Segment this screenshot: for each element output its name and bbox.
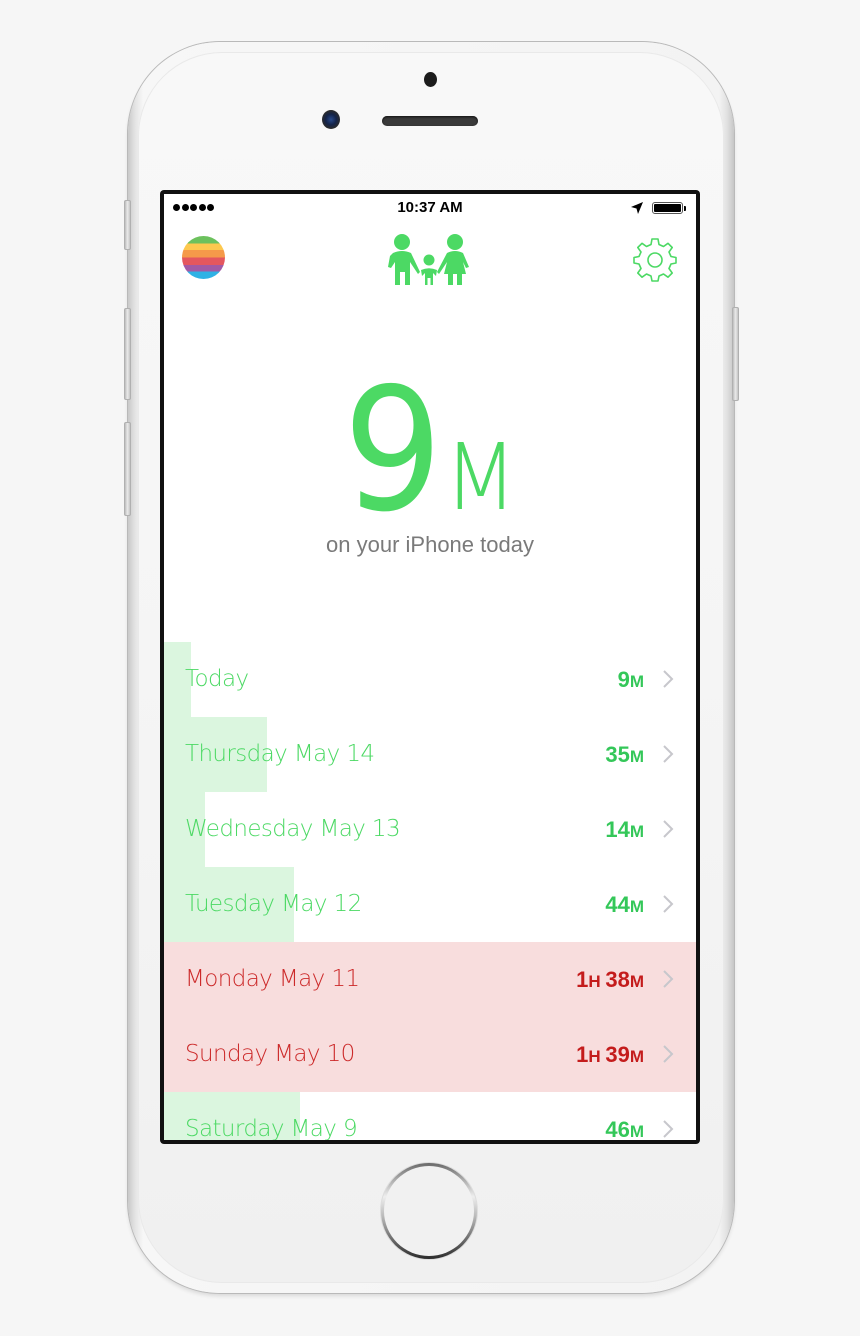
day-usage-total: 35M (605, 742, 644, 768)
minutes-unit: M (629, 897, 644, 916)
hours-unit: H (588, 972, 606, 991)
status-bar: 10:37 AM (164, 194, 696, 222)
day-label: Tuesday May 12 (185, 891, 362, 917)
minutes-value: 46 (605, 1117, 630, 1140)
proximity-sensor (424, 72, 437, 87)
day-row[interactable]: Thursday May 14 35M (164, 717, 696, 792)
minutes-value: 38 (605, 967, 630, 992)
mute-switch (124, 200, 131, 250)
chevron-right-icon (663, 1045, 674, 1063)
day-usage-total: 9M (618, 667, 644, 693)
minutes-value: 39 (605, 1042, 630, 1067)
minutes-unit: M (629, 822, 644, 841)
profile-avatar[interactable] (182, 236, 225, 279)
minutes-unit: M (629, 972, 644, 991)
minutes-unit: M (629, 1047, 644, 1066)
day-usage-total: 1H 38M (576, 967, 644, 993)
chevron-right-icon (663, 895, 674, 913)
minutes-unit: M (629, 747, 644, 766)
day-row[interactable]: Monday May 11 1H 38M (164, 942, 696, 1017)
today-usage-value: 9 (343, 352, 443, 550)
day-label: Sunday May 10 (185, 1041, 355, 1067)
volume-up-button (124, 308, 131, 400)
hours-value: 1 (576, 967, 589, 992)
minutes-value: 44 (605, 892, 630, 917)
day-row[interactable]: Saturday May 9 46M (164, 1092, 696, 1140)
day-label: Wednesday May 13 (185, 816, 401, 842)
app-screen: 10:37 AM 9M on your iPhone today Today 9… (164, 194, 696, 1140)
today-usage-caption: on your iPhone today (326, 532, 534, 557)
front-camera (322, 110, 340, 129)
day-usage-total: 14M (605, 817, 644, 843)
day-label: Today (185, 666, 249, 692)
minutes-value: 14 (605, 817, 630, 842)
minutes-unit: M (629, 1122, 644, 1140)
day-usage-total: 44M (605, 892, 644, 918)
phone-screen: 10:37 AM 9M on your iPhone today Today 9… (160, 190, 700, 1144)
day-row[interactable]: Sunday May 10 1H 39M (164, 1017, 696, 1092)
day-row[interactable]: Today 9M (164, 642, 696, 717)
chevron-right-icon (663, 1120, 674, 1138)
today-usage-total: 9M (164, 366, 696, 536)
battery-nub (684, 206, 686, 211)
battery-icon (652, 202, 683, 214)
location-arrow-icon (631, 202, 643, 214)
status-time: 10:37 AM (397, 199, 463, 216)
chevron-right-icon (663, 670, 674, 688)
hours-value: 1 (576, 1042, 589, 1067)
minutes-value: 9 (617, 667, 630, 692)
day-row[interactable]: Wednesday May 13 14M (164, 792, 696, 867)
day-label: Monday May 11 (185, 966, 360, 992)
hours-unit: H (588, 1047, 606, 1066)
day-label: Saturday May 9 (185, 1116, 358, 1140)
chevron-right-icon (663, 820, 674, 838)
family-icon[interactable] (388, 234, 470, 286)
day-usage-total: 1H 39M (576, 1042, 644, 1068)
daily-usage-list: Today 9M Thursday May 14 35M Wednesday May 1… (164, 642, 696, 1140)
power-button (732, 307, 739, 401)
earpiece-speaker (382, 116, 478, 126)
minutes-value: 35 (605, 742, 630, 767)
day-usage-total: 46M (605, 1117, 644, 1140)
volume-down-button (124, 422, 131, 516)
home-button[interactable] (381, 1163, 477, 1259)
minutes-unit: M (629, 672, 644, 691)
chevron-right-icon (663, 745, 674, 763)
chevron-right-icon (663, 970, 674, 988)
gear-icon[interactable] (632, 236, 678, 282)
day-row[interactable]: Tuesday May 12 44M (164, 867, 696, 942)
day-label: Thursday May 14 (185, 741, 375, 767)
today-usage-unit: M (444, 424, 518, 531)
